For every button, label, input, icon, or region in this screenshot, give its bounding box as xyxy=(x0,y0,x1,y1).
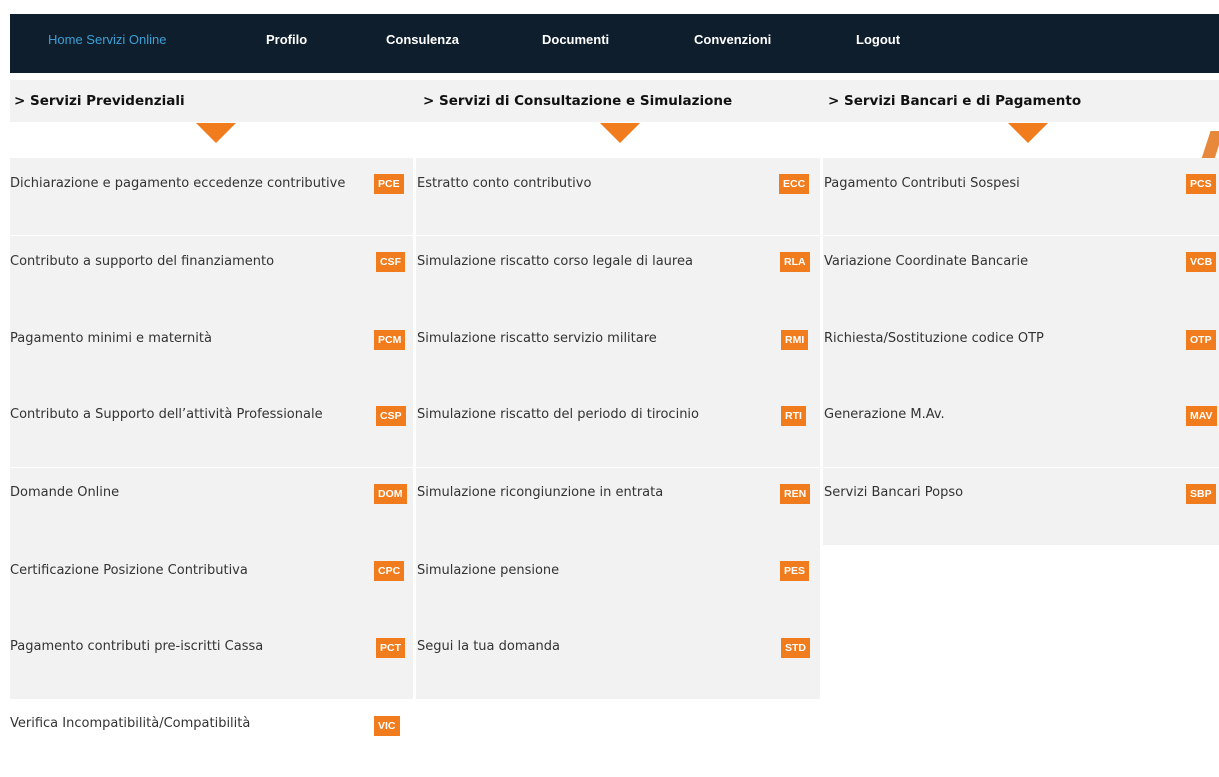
scroll-thumb-icon[interactable] xyxy=(1201,131,1219,159)
nav-consulenza[interactable]: Consulenza xyxy=(386,14,459,66)
service-code-badge: PCE xyxy=(374,174,404,194)
list-item-label: Contributo a Supporto dell’attività Prof… xyxy=(10,407,323,422)
service-code-badge: PCS xyxy=(1186,174,1216,194)
list-item[interactable]: Servizi Bancari Popso SBP xyxy=(823,468,1219,545)
list-item-label: Segui la tua domanda xyxy=(417,639,560,654)
triangle-down-icon xyxy=(600,123,640,143)
service-code-badge: DOM xyxy=(374,484,407,504)
list-item[interactable]: Simulazione pensione PES xyxy=(416,545,820,622)
list-item[interactable]: Simulazione ricongiunzione in entrata RE… xyxy=(416,468,820,545)
list-item[interactable]: Simulazione riscatto servizio militare R… xyxy=(416,313,820,390)
list-item-label: Dichiarazione e pagamento eccedenze cont… xyxy=(10,176,346,191)
service-code-badge: STD xyxy=(781,638,810,658)
service-code-badge: CSF xyxy=(376,252,405,272)
column-title-servizi-previdenziali[interactable]: > Servizi Previdenziali xyxy=(14,80,185,122)
service-code-badge: PCT xyxy=(376,638,405,658)
list-item[interactable]: Variazione Coordinate Bancarie VCB xyxy=(823,236,1219,313)
list-item[interactable]: Generazione M.Av. MAV xyxy=(823,390,1219,467)
service-code-badge: CSP xyxy=(376,406,406,426)
list-item-label: Richiesta/Sostituzione codice OTP xyxy=(824,331,1044,346)
service-code-badge: VCB xyxy=(1186,252,1217,272)
list-item-label: Verifica Incompatibilità/Compatibilità xyxy=(10,716,251,731)
list-item[interactable]: Pagamento contributi pre-iscritti Cassa … xyxy=(10,622,413,699)
nav-home-servizi-online[interactable]: Home Servizi Online xyxy=(48,14,167,66)
triangle-down-icon xyxy=(1008,123,1048,143)
list-item[interactable]: Pagamento minimi e maternità PCM xyxy=(10,313,413,390)
service-code-badge: RTI xyxy=(781,406,806,426)
list-item[interactable]: Segui la tua domanda STD xyxy=(416,622,820,699)
service-code-badge: OTP xyxy=(1186,330,1216,350)
list-item-label: Generazione M.Av. xyxy=(824,407,945,422)
service-code-badge: REN xyxy=(780,484,811,504)
service-code-badge: CPC xyxy=(374,561,405,581)
section-header-row: > Servizi Previdenziali > Servizi di Con… xyxy=(10,80,1219,122)
triangle-down-icon xyxy=(196,123,236,143)
list-item-label: Contributo a supporto del finanziamento xyxy=(10,254,275,269)
list-item-label: Pagamento contributi pre-iscritti Cassa xyxy=(10,639,264,654)
list-item-label: Servizi Bancari Popso xyxy=(824,485,964,500)
nav-convenzioni[interactable]: Convenzioni xyxy=(694,14,771,66)
list-item-label: Pagamento minimi e maternità xyxy=(10,331,212,346)
list-item[interactable]: Estratto conto contributivo ECC xyxy=(416,158,820,235)
list-item[interactable]: Domande Online DOM xyxy=(10,468,413,545)
service-code-badge: RLA xyxy=(780,252,810,272)
list-item-label: Domande Online xyxy=(10,485,120,500)
list-item[interactable]: Simulazione riscatto del periodo di tiro… xyxy=(416,390,820,467)
nav-profilo[interactable]: Profilo xyxy=(266,14,307,66)
list-item-label: Simulazione ricongiunzione in entrata xyxy=(417,485,664,500)
list-item-label: Simulazione riscatto corso legale di lau… xyxy=(417,254,693,269)
list-item[interactable]: Pagamento Contributi Sospesi PCS xyxy=(823,158,1219,235)
service-code-badge: VIC xyxy=(374,716,400,736)
service-code-badge: PCM xyxy=(374,330,406,350)
list-item-label: Simulazione riscatto del periodo di tiro… xyxy=(417,407,700,422)
list-item[interactable]: Verifica Incompatibilità/Compatibilità V… xyxy=(10,700,413,777)
service-code-badge: PES xyxy=(780,561,810,581)
list-item[interactable]: Simulazione riscatto corso legale di lau… xyxy=(416,236,820,313)
list-item-label: Pagamento Contributi Sospesi xyxy=(824,176,1020,191)
list-item-label: Simulazione pensione xyxy=(417,563,560,578)
column-title-servizi-bancari[interactable]: > Servizi Bancari e di Pagamento xyxy=(828,80,1081,122)
nav-documenti[interactable]: Documenti xyxy=(542,14,609,66)
list-item-label: Variazione Coordinate Bancarie xyxy=(824,254,1029,269)
list-item[interactable]: Contributo a Supporto dell’attività Prof… xyxy=(10,390,413,467)
nav-logout[interactable]: Logout xyxy=(856,14,900,66)
service-code-badge: RMI xyxy=(781,330,809,350)
top-navigation: Home Servizi Online Profilo Consulenza D… xyxy=(10,14,1219,73)
service-code-badge: MAV xyxy=(1186,406,1217,426)
list-item-label: Estratto conto contributivo xyxy=(417,176,592,191)
service-code-badge: ECC xyxy=(779,174,810,194)
service-code-badge: SBP xyxy=(1186,484,1216,504)
column-title-servizi-consultazione[interactable]: > Servizi di Consultazione e Simulazione xyxy=(423,80,732,122)
list-item-label: Simulazione riscatto servizio militare xyxy=(417,331,657,346)
list-item[interactable]: Contributo a supporto del finanziamento … xyxy=(10,236,413,313)
list-item[interactable]: Richiesta/Sostituzione codice OTP OTP xyxy=(823,313,1219,390)
list-item[interactable]: Certificazione Posizione Contributiva CP… xyxy=(10,545,413,622)
list-item[interactable]: Dichiarazione e pagamento eccedenze cont… xyxy=(10,158,413,235)
list-item-label: Certificazione Posizione Contributiva xyxy=(10,563,248,578)
